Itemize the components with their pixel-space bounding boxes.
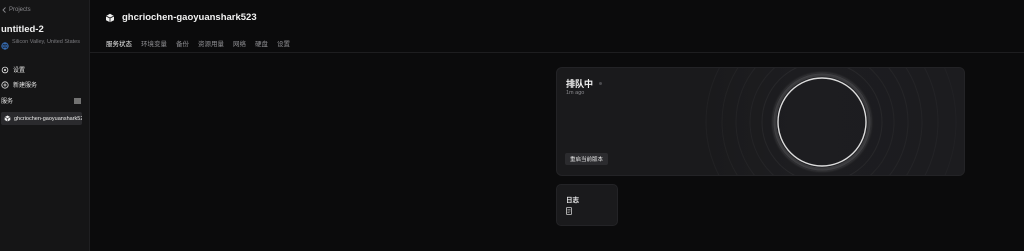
- project-title[interactable]: untitled-2: [1, 24, 44, 35]
- logs-card[interactable]: 日志: [556, 184, 618, 226]
- cube-icon: [105, 13, 115, 22]
- service-item-label: ghcriochen-gaoyuanshark523: [14, 115, 82, 122]
- tab-resource-usage[interactable]: 资源用量: [198, 38, 224, 48]
- sidebar-item-label: 设置: [13, 68, 26, 74]
- tab-disk[interactable]: 硬盘: [255, 38, 268, 48]
- back-to-projects-link[interactable]: Projects: [2, 7, 31, 13]
- region-label: Silicon Valley, United States: [12, 39, 80, 45]
- services-header: 服务: [1, 96, 81, 105]
- tab-bar: 服务状态 环境变量 备份 资源用量 网络 硬盘 设置: [106, 38, 290, 48]
- menu-icon[interactable]: [74, 98, 81, 104]
- chevron-left-icon: [2, 7, 6, 13]
- tab-backups[interactable]: 备份: [176, 38, 189, 48]
- status-timestamp: 1m ago: [566, 90, 585, 96]
- deployment-status-card: 排队中 1m ago 重启当前版本: [556, 67, 965, 176]
- gear-icon: [1, 66, 9, 73]
- queue-ring-graphic: [704, 68, 964, 175]
- globe-icon: [1, 42, 9, 50]
- status-label: 排队中: [566, 79, 594, 89]
- service-header: ghcriochen-gaoyuanshark523 服务状态 环境变量 备份 …: [90, 0, 1024, 53]
- tab-network[interactable]: 网络: [233, 38, 246, 48]
- document-icon[interactable]: [566, 207, 572, 215]
- tab-service-status[interactable]: 服务状态: [106, 38, 132, 48]
- services-header-label: 服务: [1, 99, 14, 105]
- sidebar: Projects untitled-2 Silicon Valley, Unit…: [0, 0, 90, 251]
- plus-circle-icon: [1, 80, 9, 89]
- main-panel: ghcriochen-gaoyuanshark523 服务状态 环境变量 备份 …: [90, 0, 1024, 251]
- sidebar-item-new-service[interactable]: 新建服务: [1, 80, 37, 89]
- tab-env-vars[interactable]: 环境变量: [141, 38, 167, 48]
- sidebar-item-service[interactable]: ghcriochen-gaoyuanshark523: [1, 112, 82, 125]
- status-title: 排队中: [566, 77, 603, 90]
- service-title: ghcriochen-gaoyuanshark523: [105, 12, 257, 23]
- service-title-label: ghcriochen-gaoyuanshark523: [122, 12, 257, 23]
- cube-icon: [4, 115, 11, 122]
- status-dot-icon: [599, 82, 603, 85]
- sidebar-item-settings[interactable]: 设置: [1, 65, 25, 74]
- sidebar-item-label: 新建服务: [13, 83, 38, 89]
- region-info: Silicon Valley, United States: [1, 39, 87, 50]
- redeploy-button[interactable]: 重启当前版本: [565, 153, 609, 165]
- tab-settings[interactable]: 设置: [277, 38, 290, 48]
- back-label: Projects: [9, 7, 31, 13]
- logs-title: 日志: [566, 197, 579, 204]
